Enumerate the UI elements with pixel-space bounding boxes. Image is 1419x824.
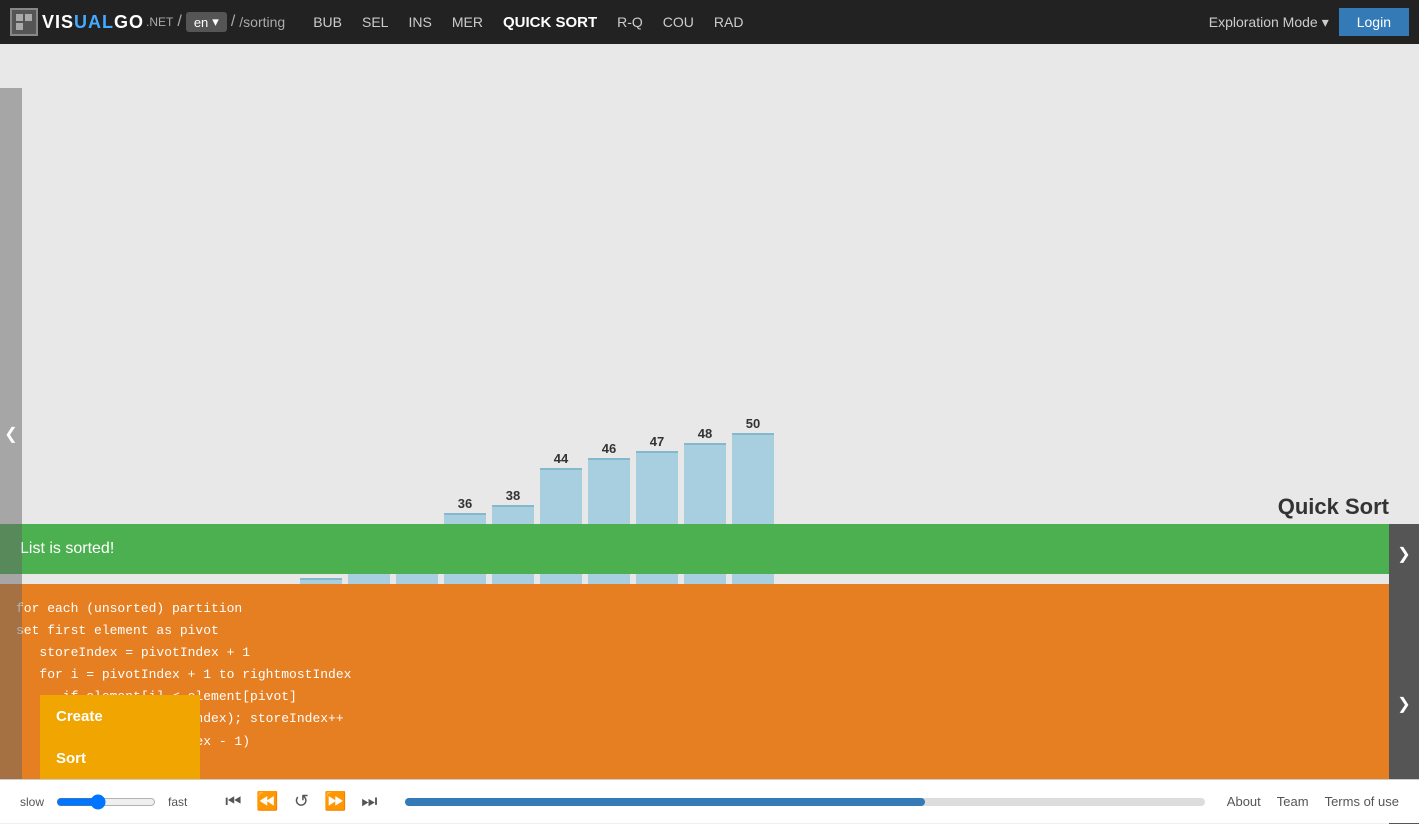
- speed-slider[interactable]: [56, 794, 156, 810]
- path-label: /sorting: [239, 14, 285, 30]
- footer-team[interactable]: Team: [1277, 794, 1309, 809]
- lang-arrow: ▾: [212, 14, 219, 30]
- sort-menu-item[interactable]: Sort: [40, 737, 200, 779]
- nav-quick-sort[interactable]: QUICK SORT: [495, 10, 605, 35]
- progress-bar-fill: [405, 798, 925, 806]
- playback-controls: ⏮ ⏪ ↺ ⏩ ⏭: [219, 788, 383, 816]
- algo-title: Quick Sort: [1278, 494, 1389, 520]
- code-line: for each (unsorted) partition: [16, 598, 1403, 620]
- code-line: swap(i, storeIndex); storeIndex++: [16, 708, 1403, 730]
- code-line: set first element as pivot: [16, 620, 1403, 642]
- code-line: storeIndex = pivotIndex + 1: [16, 642, 1403, 664]
- exploration-mode-button[interactable]: Exploration Mode ▾: [1209, 14, 1329, 31]
- nav-sel[interactable]: SEL: [354, 10, 396, 34]
- nav-rq[interactable]: R-Q: [609, 10, 651, 34]
- bar-label: 46: [602, 441, 616, 456]
- left-nav-arrow[interactable]: ❮: [0, 88, 22, 779]
- footer-about[interactable]: About: [1227, 794, 1261, 809]
- footer-terms[interactable]: Terms of use: [1325, 794, 1399, 809]
- nav-rad[interactable]: RAD: [706, 10, 752, 34]
- status-text: List is sorted!: [20, 540, 114, 558]
- brand-net: .NET: [146, 15, 173, 29]
- code-line: swap(pivot, storeIndex - 1): [16, 731, 1403, 753]
- footer-links: About Team Terms of use: [1227, 794, 1399, 809]
- nav-ins[interactable]: INS: [400, 10, 439, 34]
- lang-label: en: [194, 15, 208, 30]
- action-menu: Create Sort: [40, 695, 200, 779]
- bar-label: 50: [746, 416, 760, 431]
- nav-mer[interactable]: MER: [444, 10, 491, 34]
- create-menu-item[interactable]: Create: [40, 695, 200, 737]
- bar-label: 44: [554, 451, 568, 466]
- speed-slow-label: slow: [20, 795, 44, 809]
- exploration-mode-arrow: ▾: [1322, 14, 1329, 31]
- bar-label: 47: [650, 434, 664, 449]
- skip-end-button[interactable]: ⏭: [355, 788, 383, 816]
- replay-button[interactable]: ↺: [287, 788, 315, 816]
- logo-icon: [10, 8, 38, 36]
- language-button[interactable]: en ▾: [186, 12, 227, 32]
- skip-start-button[interactable]: ⏮: [219, 788, 247, 816]
- sep2: /: [231, 13, 235, 31]
- brand-logo: VISUALGO: [42, 12, 144, 33]
- main-area: ❮ 23451519262736384446474850 Quick Sort …: [0, 44, 1419, 823]
- code-line: for i = pivotIndex + 1 to rightmostIndex: [16, 664, 1403, 686]
- right-arrow-icon-top: ❯: [1397, 544, 1410, 564]
- status-panel: List is sorted!: [0, 524, 1389, 574]
- bar-label: 36: [458, 496, 472, 511]
- bar-label: 48: [698, 426, 712, 441]
- step-back-button[interactable]: ⏪: [253, 788, 281, 816]
- code-line: if element[i] < element[pivot]: [16, 686, 1403, 708]
- brand-ual: UAL: [74, 12, 114, 32]
- step-forward-button[interactable]: ⏩: [321, 788, 349, 816]
- bottom-bar: slow fast ⏮ ⏪ ↺ ⏩ ⏭ About Team Terms of …: [0, 779, 1419, 823]
- progress-bar-container[interactable]: [405, 798, 1204, 806]
- bar-label: 38: [506, 488, 520, 503]
- right-arrow-icon-bottom: ❯: [1397, 694, 1410, 714]
- nav-arrow-status[interactable]: ❯: [1389, 524, 1419, 584]
- sep1: /: [177, 13, 181, 31]
- left-arrow-icon: ❮: [4, 424, 17, 444]
- header-right-actions: Exploration Mode ▾ Login: [1209, 8, 1409, 36]
- login-button[interactable]: Login: [1339, 8, 1409, 36]
- brand-vis: VIS: [42, 12, 74, 32]
- nav-bub[interactable]: BUB: [305, 10, 350, 34]
- exploration-mode-label: Exploration Mode: [1209, 14, 1318, 30]
- speed-fast-label: fast: [168, 795, 187, 809]
- main-nav: BUB SEL INS MER QUICK SORT R-Q COU RAD: [305, 10, 751, 35]
- header: VISUALGO .NET / en ▾ / /sorting BUB SEL …: [0, 0, 1419, 44]
- nav-cou[interactable]: COU: [655, 10, 702, 34]
- brand-go: GO: [114, 12, 144, 32]
